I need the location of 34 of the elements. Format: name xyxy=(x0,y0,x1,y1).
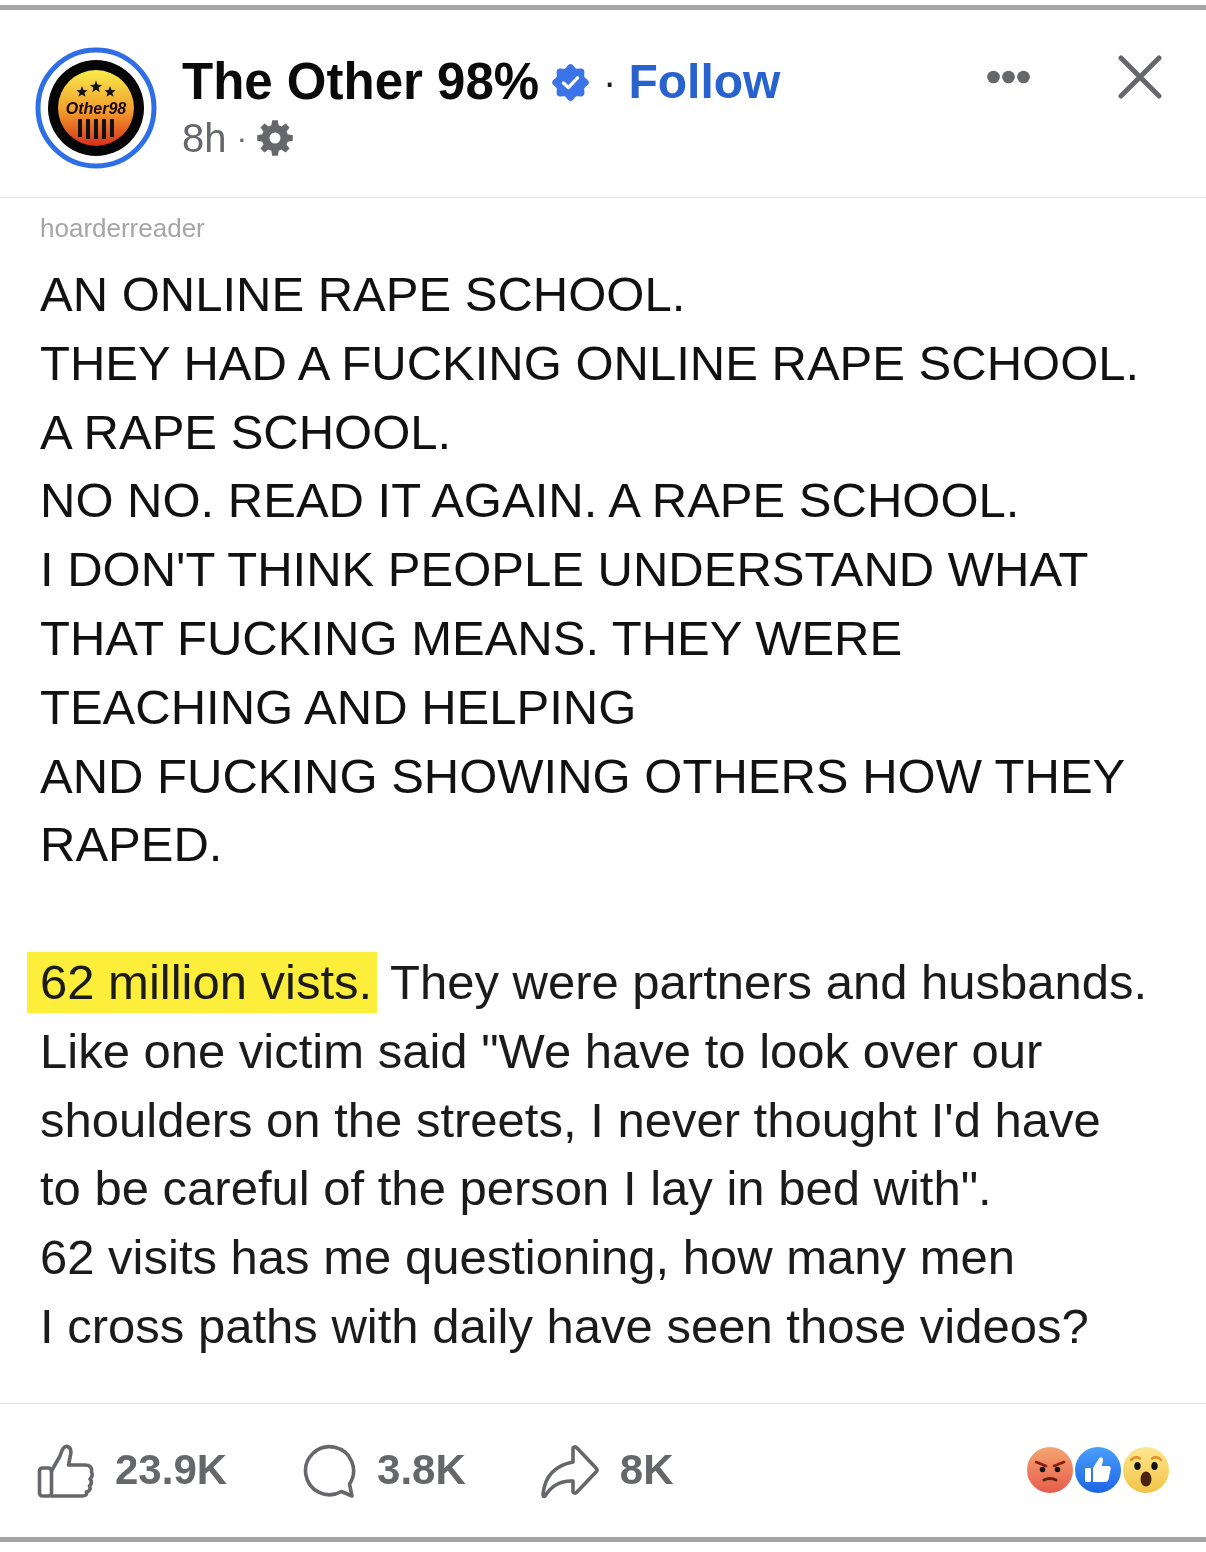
post-text: I DON'T THINK PEOPLE UNDERSTAND WHAT xyxy=(40,542,1089,597)
post-text: 62 visits has me questioning, how many men xyxy=(40,1230,1016,1285)
more-options-icon[interactable] xyxy=(985,68,1032,86)
post-text: I cross paths with daily have seen those videos? xyxy=(40,1298,1089,1353)
dot-separator: · xyxy=(236,119,248,158)
like-button[interactable]: 23.9K xyxy=(37,1442,228,1499)
logo-text: Other98 xyxy=(65,100,127,117)
post-text: Like one victim said "We have to look over our xyxy=(40,1023,1043,1078)
share-button[interactable]: 8K xyxy=(537,1442,674,1499)
post-text: RAPED. xyxy=(40,817,223,872)
like-reaction-icon xyxy=(1073,1445,1123,1496)
post-text: TEACHING AND HELPING xyxy=(40,679,637,734)
source-username: hoarderreader xyxy=(40,212,206,245)
post-text: They were partners and husbands. xyxy=(389,954,1148,1009)
post-text: A RAPE SCHOOL. xyxy=(40,404,452,459)
close-icon[interactable] xyxy=(1118,55,1162,99)
page-name-link[interactable]: The Other 98% xyxy=(182,52,540,112)
post-time: 8h xyxy=(182,115,227,162)
comment-button[interactable]: 3.8K xyxy=(299,1442,466,1499)
avatar-logo-drawing[interactable] xyxy=(35,47,157,169)
gear-icon xyxy=(257,120,294,156)
wow-emoji-icon xyxy=(1121,1445,1171,1496)
post-text: NO NO. READ IT AGAIN. A RAPE SCHOOL. xyxy=(40,473,1020,528)
thumbs-up-icon xyxy=(37,1442,95,1499)
post-text: AND FUCKING SHOWING OTHERS HOW THEY xyxy=(40,748,1126,803)
post-text: AN ONLINE RAPE SCHOOL. xyxy=(40,267,686,321)
post-text: THEY HAD A FUCKING ONLINE RAPE SCHOOL. xyxy=(40,335,1140,390)
angry-emoji-icon xyxy=(1025,1445,1075,1496)
follow-link[interactable]: Follow xyxy=(628,52,781,112)
highlighted-text: 62 million vists. xyxy=(27,951,378,1013)
post-text: THAT FUCKING MEANS. THEY WERE xyxy=(40,611,903,665)
post-text: to be careful of the person I lay in bed with". xyxy=(40,1161,992,1216)
post-text: shoulders on the streets, I never thought I'd have xyxy=(40,1092,1101,1147)
dot-separator: · xyxy=(603,59,617,106)
